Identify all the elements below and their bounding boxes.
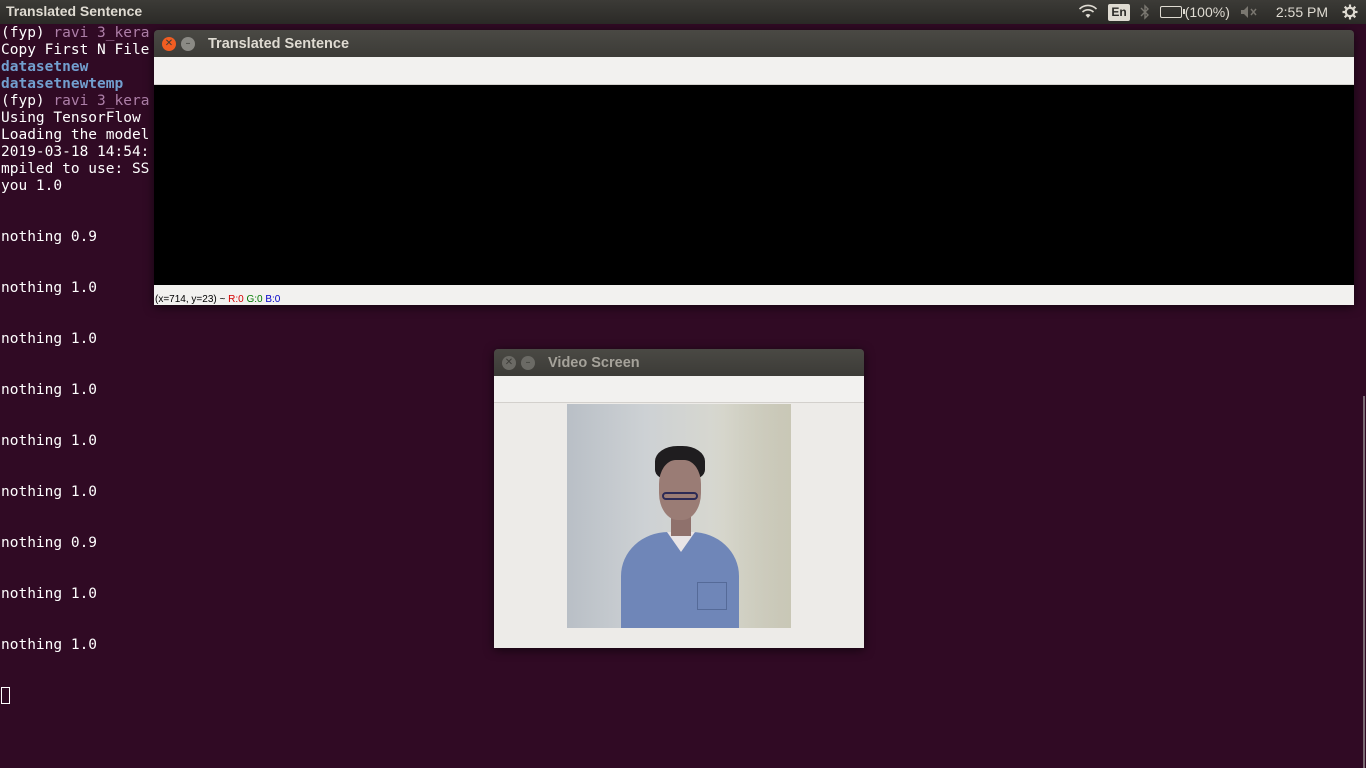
top-panel: Translated Sentence En (100%) 2:55 PM — [0, 0, 1366, 24]
clock[interactable]: 2:55 PM — [1276, 4, 1328, 20]
person-face — [659, 460, 701, 520]
active-window-title: Translated Sentence — [6, 3, 143, 19]
webcam-frame[interactable] — [567, 404, 791, 628]
close-button[interactable]: ✕ — [502, 355, 516, 370]
close-icon: ✕ — [164, 37, 174, 49]
window-titlebar[interactable]: ✕ – Translated Sentence — [154, 30, 1354, 57]
close-button[interactable]: ✕ — [162, 36, 176, 51]
terminal-line: nothing 1.0 — [1, 637, 98, 653]
pixel-info: (x=714, y=23) ~ R:0 G:0 B:0 — [155, 294, 281, 305]
terminal-line: nothing 1.0 — [1, 382, 98, 398]
terminal-line: datasetnew — [1, 59, 89, 75]
minimize-icon: – — [525, 356, 531, 368]
terminal-line: Loading the model — [1, 127, 150, 143]
window-title: Translated Sentence — [208, 35, 350, 52]
wifi-icon[interactable] — [1078, 4, 1098, 20]
gear-icon[interactable] — [1342, 4, 1358, 20]
terminal-line: nothing 0.9 — [1, 535, 98, 551]
video-body — [494, 403, 864, 648]
terminal-line: nothing 1.0 — [1, 484, 98, 500]
window-title: Video Screen — [548, 354, 640, 371]
keyboard-layout-indicator[interactable]: En — [1108, 3, 1130, 21]
terminal-line: nothing 0.9 — [1, 229, 98, 245]
window-toolbar — [154, 57, 1354, 85]
minimize-button[interactable]: – — [521, 355, 535, 370]
terminal-line: mpiled to use: SS — [1, 161, 150, 177]
minimize-button[interactable]: – — [181, 36, 195, 51]
terminal-line: Copy First N File — [1, 42, 150, 58]
terminal-line: 2019-03-18 14:54: — [1, 144, 150, 160]
window-toolbar — [494, 376, 864, 403]
terminal-line: nothing 1.0 — [1, 331, 98, 347]
indicator-area: En (100%) 2:55 PM — [1078, 0, 1358, 24]
terminal-scrollbar[interactable] — [1363, 396, 1365, 768]
battery-percentage: (100%) — [1184, 4, 1230, 20]
video-screen-window[interactable]: ✕ – Video Screen — [494, 349, 864, 648]
terminal-line: nothing 1.0 — [1, 586, 98, 602]
terminal-line: you 1.0 — [1, 178, 63, 194]
translated-sentence-canvas[interactable] — [154, 85, 1354, 285]
sound-muted-icon[interactable] — [1240, 5, 1258, 19]
terminal-line: (fyp) ravi 3_kera — [1, 93, 150, 109]
glasses — [662, 492, 698, 500]
close-icon: ✕ — [504, 356, 514, 368]
terminal-line: nothing 1.0 — [1, 280, 98, 296]
status-bar: (x=714, y=23) ~ R:0 G:0 B:0 — [154, 285, 1354, 305]
translated-sentence-window[interactable]: ✕ – Translated Sentence (x=714, y=23) ~ … — [154, 30, 1354, 305]
battery-icon — [1159, 6, 1185, 18]
battery-indicator[interactable]: (100%) — [1159, 4, 1230, 20]
terminal-line: (fyp) ravi 3_kera — [1, 25, 150, 41]
window-titlebar[interactable]: ✕ – Video Screen — [494, 349, 864, 376]
terminal-cursor — [1, 687, 10, 704]
terminal-line: Using TensorFlow — [1, 110, 141, 126]
terminal-line: datasetnewtemp — [1, 76, 124, 92]
terminal-line: nothing 1.0 — [1, 433, 98, 449]
minimize-icon: – — [185, 37, 191, 49]
bluetooth-icon[interactable] — [1140, 4, 1150, 20]
